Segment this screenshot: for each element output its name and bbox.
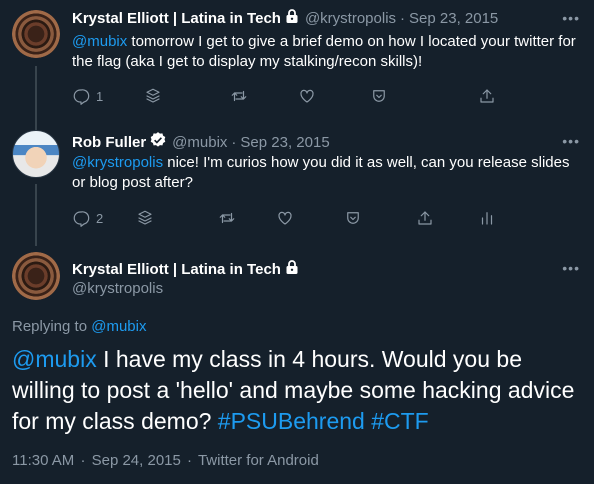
thread-line (35, 66, 37, 130)
analytics-button[interactable] (478, 209, 496, 227)
share-icon (480, 89, 494, 103)
tweet-actions: 2 (72, 208, 582, 228)
tweet-date[interactable]: Sep 23, 2015 (409, 9, 498, 29)
share-icon (418, 211, 432, 225)
share-button[interactable] (416, 209, 434, 227)
tweet-header: @krystropolis (72, 279, 163, 299)
vote-button[interactable] (344, 209, 362, 227)
author-handle[interactable]: @krystropolis (305, 9, 396, 29)
shield-icon (373, 90, 385, 102)
tweet-text: @krystropolis nice! I'm curios how you d… (72, 153, 582, 193)
more-options-icon[interactable]: ••• (562, 10, 580, 26)
tweet-header: Krystal Elliott | Latina in Tech @krystr… (72, 8, 498, 30)
verified-badge-icon (149, 131, 167, 155)
reply-button[interactable]: 1 (72, 87, 103, 105)
replying-to-link[interactable]: @mubix (91, 318, 146, 335)
tweet-meta: 11:30 AM · Sep 24, 2015 · Twitter for An… (12, 452, 319, 469)
more-options-icon[interactable]: ••• (562, 260, 580, 276)
reply-count: 1 (96, 88, 104, 104)
author-name[interactable]: Rob Fuller (72, 133, 146, 153)
reply-icon (73, 211, 90, 227)
tweet-time[interactable]: 11:30 AM (12, 452, 74, 469)
like-button[interactable] (298, 87, 316, 105)
tweet-source[interactable]: Twitter for Android (198, 452, 319, 469)
mention-link[interactable]: @krystropolis (72, 154, 163, 171)
analytics-icon (481, 212, 493, 225)
stack-icon (146, 88, 160, 103)
vote-button[interactable] (370, 87, 388, 105)
tweet-header: Krystal Elliott | Latina in Tech (72, 259, 300, 281)
focused-tweet-text: @mubix I have my class in 4 hours. Would… (12, 344, 582, 437)
shield-icon (347, 212, 359, 224)
hashtag-link[interactable]: #PSUBehrend (218, 408, 365, 434)
separator: · (231, 134, 237, 151)
separator: · (187, 452, 193, 469)
hashtag-link[interactable]: #CTF (371, 408, 429, 434)
thread-button[interactable] (144, 87, 162, 105)
tweet-header: Rob Fuller @mubix · Sep 23, 2015 (72, 131, 330, 155)
retweet-button[interactable] (218, 209, 236, 227)
reply-icon (73, 89, 90, 105)
mention-link[interactable]: @mubix (72, 33, 127, 50)
heart-icon (278, 211, 292, 225)
retweet-icon (219, 212, 235, 224)
avatar[interactable] (12, 130, 60, 178)
avatar[interactable] (12, 10, 60, 58)
stack-icon (138, 210, 152, 225)
separator: · (400, 10, 406, 27)
author-handle[interactable]: @krystropolis (72, 279, 163, 299)
separator: · (80, 452, 86, 469)
author-name[interactable]: Krystal Elliott | Latina in Tech (72, 260, 281, 280)
thread-button[interactable] (136, 209, 154, 227)
lock-icon (284, 259, 300, 281)
avatar[interactable] (12, 252, 60, 300)
more-options-icon[interactable]: ••• (562, 133, 580, 149)
replying-to: Replying to @mubix (12, 318, 146, 335)
author-handle[interactable]: @mubix (172, 133, 227, 153)
author-name[interactable]: Krystal Elliott | Latina in Tech (72, 9, 281, 29)
retweet-button[interactable] (230, 87, 248, 105)
tweet-date[interactable]: Sep 24, 2015 (92, 452, 181, 469)
reply-count: 2 (96, 210, 104, 226)
tweet-date[interactable]: Sep 23, 2015 (240, 133, 329, 153)
lock-icon (284, 8, 300, 30)
thread-line (35, 184, 37, 246)
like-button[interactable] (276, 209, 294, 227)
retweet-icon (231, 90, 247, 102)
reply-button[interactable]: 2 (72, 209, 103, 227)
tweet-actions: 1 (72, 86, 582, 106)
replying-label: Replying to (12, 318, 92, 335)
tweet-body: tomorrow I get to give a brief demo on h… (72, 33, 576, 70)
mention-link[interactable]: @mubix (12, 346, 97, 372)
share-button[interactable] (478, 87, 496, 105)
tweet-text: @mubix tomorrow I get to give a brief de… (72, 32, 582, 72)
heart-icon (300, 89, 314, 103)
